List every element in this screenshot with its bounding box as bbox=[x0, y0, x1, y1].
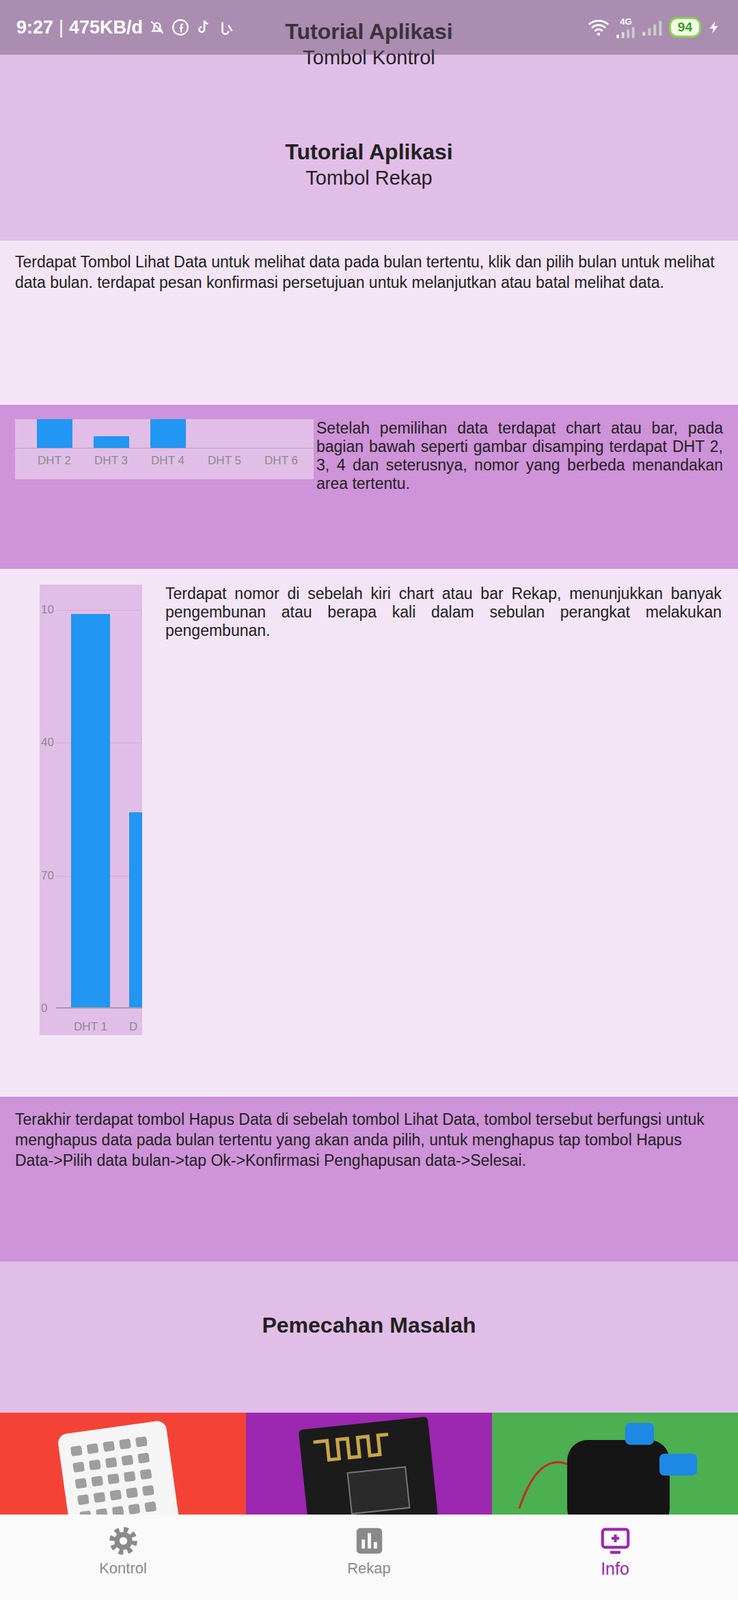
sensor-icon[interactable] bbox=[0, 1411, 246, 1514]
chart-image: 10 40 70 0 DHT 1 D bbox=[39, 584, 143, 1035]
troubleshooting-title: Pemecahan Masalah bbox=[261, 1311, 476, 1338]
chart-bar bbox=[36, 418, 73, 448]
tutorial-title: Tutorial Aplikasi bbox=[13, 138, 725, 166]
chart-plot bbox=[15, 418, 314, 449]
chart-labels: DHT 1 D bbox=[39, 1018, 143, 1035]
troubleshooting-card[interactable] bbox=[0, 1411, 246, 1514]
delete-text: Terakhir terdapat tombol Hapus Data di s… bbox=[15, 1108, 723, 1170]
chart-label: DHT 1 bbox=[71, 1018, 111, 1035]
chart-label: DHT 6 bbox=[252, 448, 310, 469]
nav-tab[interactable]: Rekap bbox=[246, 1513, 492, 1599]
chart-bar bbox=[93, 435, 130, 448]
chart-slot bbox=[252, 418, 310, 448]
delete-section: Terakhir terdapat tombol Hapus Data di s… bbox=[0, 1096, 738, 1261]
chart-slot bbox=[196, 418, 253, 448]
chart-plot bbox=[56, 609, 143, 1008]
tutorial-header: Tutorial AplikasiTombol Rekap bbox=[13, 138, 725, 190]
nav-label: Rekap bbox=[347, 1558, 391, 1578]
chart-bar bbox=[129, 811, 143, 1007]
nav-tab[interactable]: Info bbox=[492, 1513, 738, 1599]
nav-label: Info bbox=[600, 1558, 630, 1578]
chart-bar bbox=[71, 613, 111, 1007]
chart-axis: 10 40 70 0 bbox=[39, 601, 57, 1017]
count-chart-text: Terdapat nomor di sebelah kiri chart ata… bbox=[165, 584, 722, 1097]
axis-tick: 0 bbox=[41, 999, 57, 1017]
nav-label: Kontrol bbox=[99, 1558, 147, 1578]
clock: 9:27 bbox=[16, 16, 54, 39]
bell-off-icon bbox=[148, 18, 167, 37]
signal-icon bbox=[615, 25, 637, 39]
chart-slot bbox=[139, 418, 197, 448]
count-chart-section: 10 40 70 0 DHT 1 D Terdapat nomor di sebelah k… bbox=[0, 568, 738, 1097]
pump-icon[interactable] bbox=[492, 1411, 738, 1514]
signal-icon bbox=[641, 19, 664, 36]
status-bar: 9:27|475KB/d 4G 94 bbox=[0, 0, 738, 55]
area-chart-text: Setelah pemilihan data terdapat chart at… bbox=[316, 418, 723, 555]
status-left: 9:27|475KB/d bbox=[16, 16, 236, 39]
chart-label: DHT 4 bbox=[139, 448, 197, 469]
tutorial-subtitle: Tombol Rekap bbox=[13, 165, 725, 190]
chart-bar bbox=[150, 418, 186, 448]
chart-label: DHT 2 bbox=[25, 448, 83, 469]
chart-image: DHT 2DHT 3DHT 4DHT 5DHT 6 bbox=[15, 418, 314, 480]
network-type: 4G bbox=[619, 17, 632, 26]
facebook-icon bbox=[171, 18, 190, 37]
axis-tick: 70 bbox=[41, 867, 57, 884]
troubleshooting-section: Pemecahan Masalah bbox=[0, 1260, 738, 1412]
network-speed: 475KB/d bbox=[69, 16, 143, 39]
wifi-icon bbox=[586, 15, 611, 39]
gear-icon bbox=[107, 1524, 139, 1556]
network-indicator: 4G bbox=[615, 17, 637, 39]
bottom-navigation: Kontrol Rekap Info bbox=[0, 1513, 738, 1599]
board-icon[interactable] bbox=[246, 1411, 492, 1514]
axis-tick: 40 bbox=[41, 733, 57, 751]
intro-text: Terdapat Tombol Lihat Data untuk melihat… bbox=[15, 251, 723, 293]
charging-icon bbox=[706, 18, 722, 37]
bar-chart-icon bbox=[353, 1524, 385, 1556]
chart-labels: DHT 2DHT 3DHT 4DHT 5DHT 6 bbox=[15, 448, 314, 469]
chart-slot bbox=[25, 418, 83, 448]
app-icon bbox=[217, 18, 236, 37]
area-chart-section: DHT 2DHT 3DHT 4DHT 5DHT 6Setelah pemilih… bbox=[0, 404, 738, 569]
intro-section: Terdapat Tombol Lihat Data untuk melihat… bbox=[0, 240, 738, 405]
troubleshooting-card[interactable] bbox=[492, 1411, 738, 1514]
chart-label: D bbox=[129, 1018, 138, 1035]
monitor-plus-icon bbox=[599, 1524, 631, 1556]
troubleshooting-grid bbox=[0, 1411, 738, 1514]
axis-tick: 10 bbox=[41, 601, 57, 618]
separator: | bbox=[58, 16, 64, 39]
tiktok-icon bbox=[194, 18, 213, 37]
status-right: 4G 94 bbox=[586, 15, 722, 39]
chart-body: 10 40 70 0 bbox=[39, 601, 143, 1017]
battery-level: 94 bbox=[668, 17, 702, 38]
troubleshooting-card[interactable] bbox=[246, 1411, 492, 1514]
chart-label: DHT 3 bbox=[82, 448, 140, 469]
nav-tab[interactable]: Kontrol bbox=[0, 1513, 246, 1599]
chart-label: DHT 5 bbox=[196, 448, 253, 469]
chart-slot bbox=[82, 418, 140, 448]
